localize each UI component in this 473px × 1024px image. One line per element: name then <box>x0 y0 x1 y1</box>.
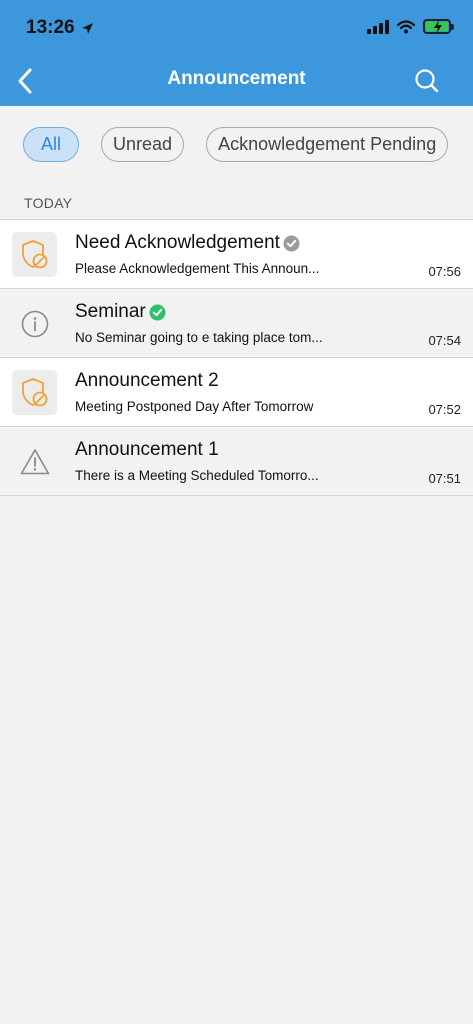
status-time-text: 13:26 <box>26 17 75 38</box>
item-subtitle: No Seminar going to e taking place tom..… <box>75 330 323 345</box>
status-icons <box>367 19 454 34</box>
item-title: Need Acknowledgement <box>75 232 300 254</box>
item-title: Announcement 2 <box>75 370 219 392</box>
battery-icon <box>423 19 454 34</box>
filter-all-chip[interactable]: All <box>23 127 80 162</box>
wifi-icon <box>397 19 415 33</box>
section-label-today: TODAY <box>24 195 73 211</box>
warning-icon <box>12 439 57 484</box>
green-check-icon <box>149 304 166 321</box>
gray-check-icon <box>283 235 300 252</box>
shield-block-icon <box>12 232 57 277</box>
header-bar: 13:26 Announcement <box>0 0 473 106</box>
item-title-text: Need Acknowledgement <box>75 232 280 253</box>
search-icon <box>415 69 439 93</box>
status-time: 13:26 <box>26 17 94 39</box>
filter-acknowledgement-pending-chip[interactable]: Acknowledgement Pending <box>206 127 449 162</box>
item-title-text: Announcement 1 <box>75 439 219 460</box>
filter-chips: All Unread Acknowledgement Pending <box>23 127 449 162</box>
item-title-text: Seminar <box>75 301 146 322</box>
item-time: 07:51 <box>428 471 461 486</box>
search-button[interactable] <box>413 67 441 95</box>
info-icon <box>12 301 57 346</box>
item-time: 07:52 <box>428 402 461 417</box>
announcement-list: Need Acknowledgement Please Acknowledgem… <box>0 219 473 496</box>
list-item[interactable]: Announcement 1 There is a Meeting Schedu… <box>0 427 473 496</box>
item-time: 07:54 <box>428 333 461 348</box>
item-title-text: Announcement 2 <box>75 370 219 391</box>
page-title: Announcement <box>167 68 306 89</box>
shield-block-icon <box>12 370 57 415</box>
item-title: Announcement 1 <box>75 439 219 461</box>
location-arrow-icon <box>81 22 93 34</box>
cellular-signal-icon <box>367 19 389 34</box>
list-item[interactable]: Announcement 2 Meeting Postponed Day Aft… <box>0 358 473 427</box>
item-title: Seminar <box>75 301 166 323</box>
filter-unread-chip[interactable]: Unread <box>101 127 185 162</box>
list-item[interactable]: Need Acknowledgement Please Acknowledgem… <box>0 220 473 289</box>
list-item[interactable]: Seminar No Seminar going to e taking pla… <box>0 289 473 358</box>
item-subtitle: Meeting Postponed Day After Tomorrow <box>75 399 314 414</box>
item-subtitle: There is a Meeting Scheduled Tomorro... <box>75 468 319 483</box>
item-time: 07:56 <box>428 264 461 279</box>
item-subtitle: Please Acknowledgement This Announ... <box>75 261 320 276</box>
